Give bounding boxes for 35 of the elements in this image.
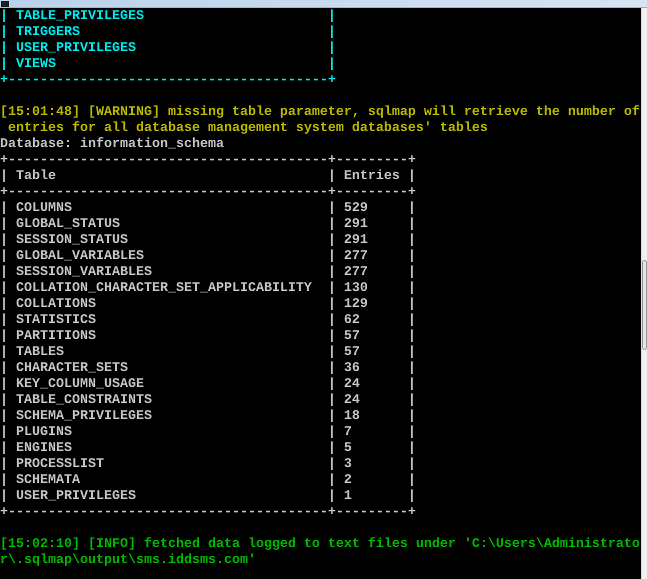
console-line: | SCHEMATA | 2 | xyxy=(0,473,416,489)
console-line: | SCHEMA_PRIVILEGES | 18 | xyxy=(0,409,416,425)
console-line: | SESSION_STATUS | 291 | xyxy=(0,233,416,249)
console-line: | TRIGGERS | xyxy=(0,25,336,41)
console-line: | COLLATION_CHARACTER_SET_APPLICABILITY | 130 | xyxy=(0,281,416,297)
console-line: [15:01:48] [WARNING] missing table parameter, sqlmap will retrieve the number of xyxy=(0,105,640,121)
console-line: +----------------------------------------+---------+ xyxy=(0,153,416,169)
console-line: entries for all database management system databases' tables xyxy=(6,121,488,137)
console-line: +----------------------------------------+---------+ xyxy=(0,505,416,521)
console-line: | SESSION_VARIABLES | 277 | xyxy=(0,265,416,281)
console-line: | GLOBAL_VARIABLES | 277 | xyxy=(0,249,416,265)
console-line: | Table | Entries | xyxy=(0,169,416,185)
console-line: | CHARACTER_SETS | 36 | xyxy=(0,361,416,377)
console-line: | TABLE_PRIVILEGES | xyxy=(0,9,336,25)
console-line: | PROCESSLIST | 3 | xyxy=(0,457,416,473)
console-line: | COLUMNS | 529 | xyxy=(0,201,416,217)
scrollbar-thumb[interactable] xyxy=(642,260,647,350)
console-line: | USER_PRIVILEGES | 1 | xyxy=(0,489,416,505)
console-line: | STATISTICS | 62 | xyxy=(0,313,416,329)
console-line: +----------------------------------------+---------+ xyxy=(0,185,416,201)
console-line: | GLOBAL_STATUS | 291 | xyxy=(0,217,416,233)
console-line: | TABLES | 57 | xyxy=(0,345,416,361)
console-line: r\.sqlmap\output\sms.iddsms.com' xyxy=(0,553,256,569)
console-line: | VIEWS | xyxy=(0,57,336,73)
console-line: | ENGINES | 5 | xyxy=(0,441,416,457)
console-line: +----------------------------------------+ xyxy=(0,73,336,89)
console-line: | PLUGINS | 7 | xyxy=(0,425,416,441)
console-line: | KEY_COLUMN_USAGE | 24 | xyxy=(0,377,416,393)
console-line: | USER_PRIVILEGES | xyxy=(0,41,336,57)
console-line: | TABLE_CONSTRAINTS | 24 | xyxy=(0,393,416,409)
console-line: | PARTITIONS | 57 | xyxy=(0,329,416,345)
console-app-icon xyxy=(1,1,9,7)
console-line: | COLLATIONS | 129 | xyxy=(0,297,416,313)
console-line: [15:02:10] [INFO] fetched data logged to text files under 'C:\Users\Administrato xyxy=(0,537,640,553)
console-line: Database: information_schema xyxy=(0,137,224,153)
